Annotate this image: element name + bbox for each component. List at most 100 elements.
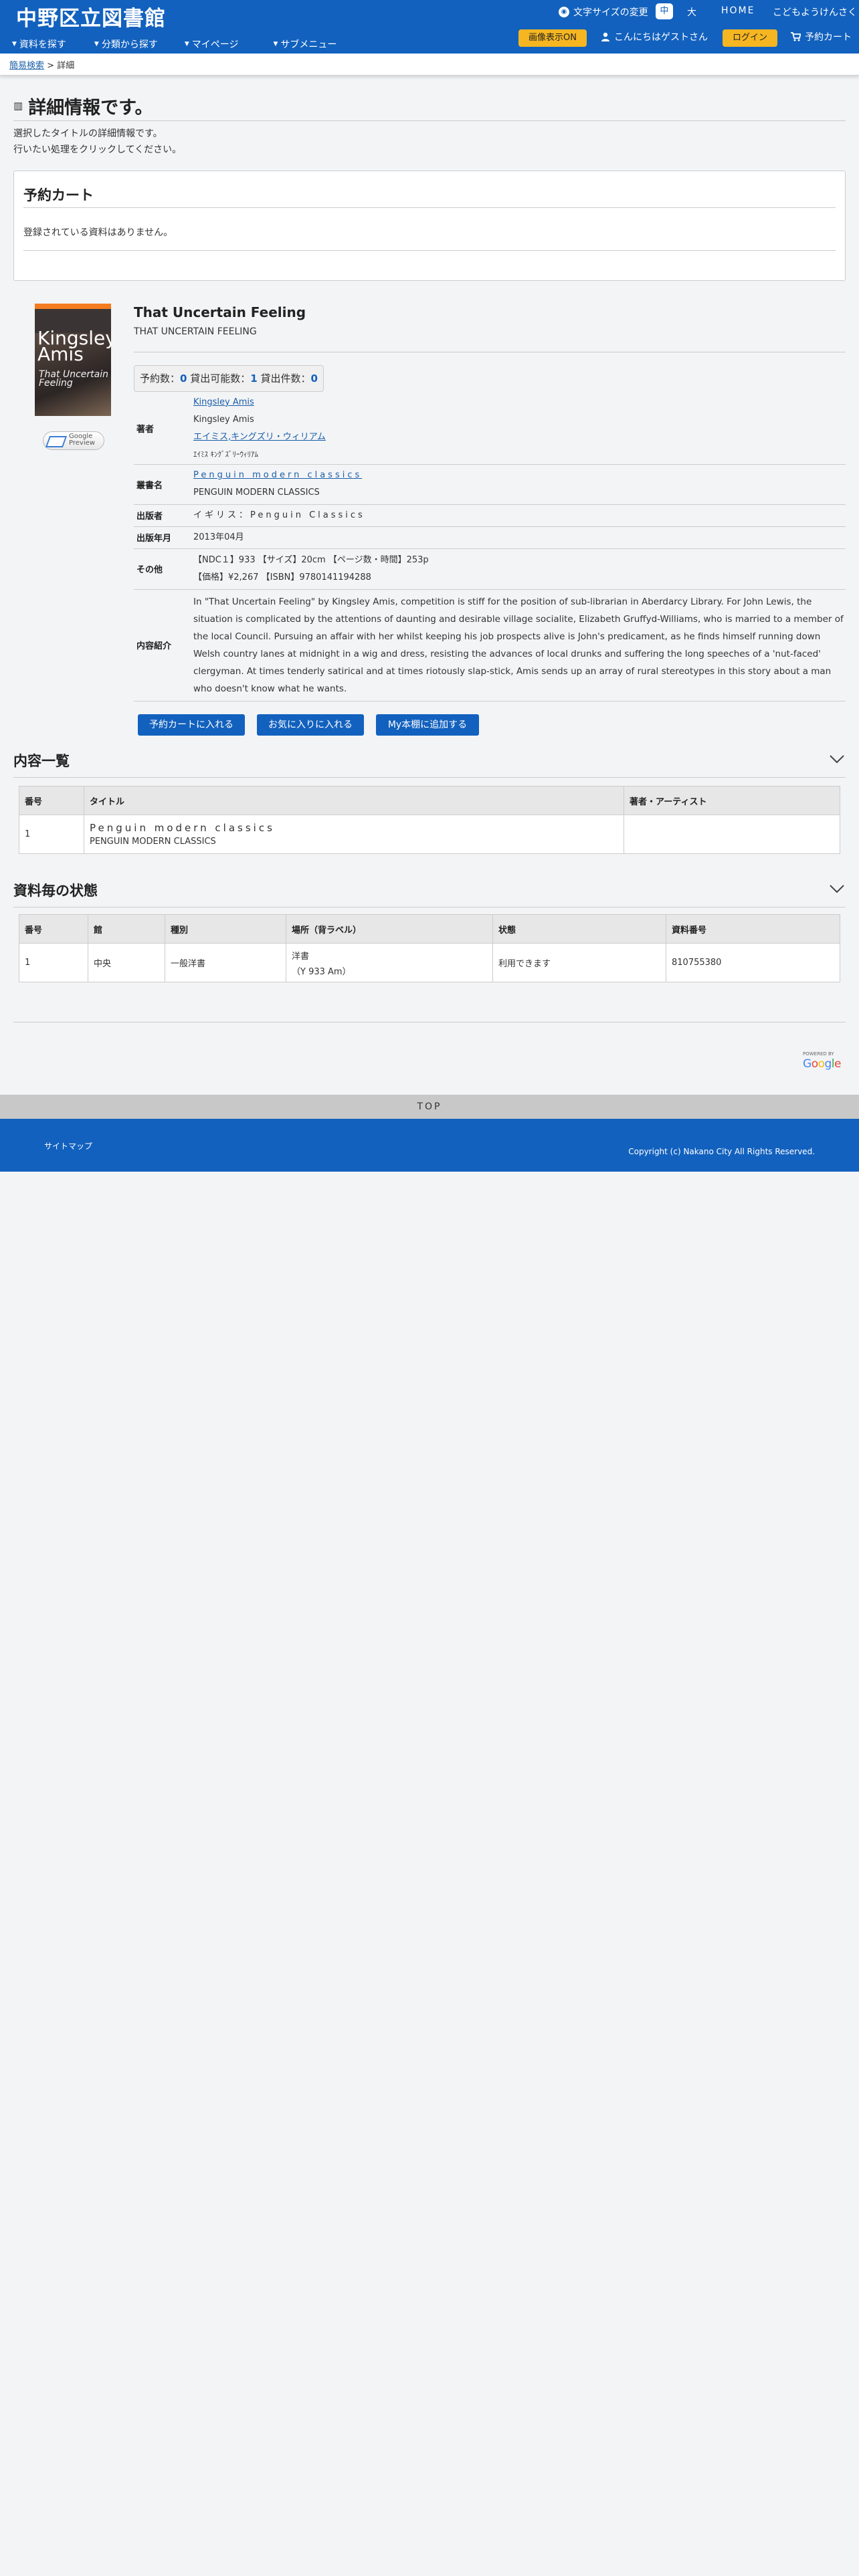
font-size-control: ◉ 文字サイズの変更 [559,5,648,19]
reservation-cart-panel: 予約カート 登録されている資料はありません。 [13,171,846,281]
detail-row-year: 出版年月 2013年04月 [134,526,846,548]
image-display-button[interactable]: 画像表示ON [518,29,587,47]
cover-title-text: That Uncertain Feeling [39,369,108,389]
add-to-favorites-button[interactable]: お気に入りに入れる [257,714,364,736]
greeting: こんにちはゲストさん [601,30,708,43]
other-line-1: 【NDC１】933 【サイズ】20cm 【ページ数・時間】253p [193,554,429,565]
breadcrumb-simple-search-link[interactable]: 簡易検索 [9,61,44,71]
divider [23,207,836,208]
lead-line-1: 選択したタイトルの詳細情報です。 [13,128,163,139]
breadcrumb: 簡易検索 > 詳細 [0,53,859,76]
kids-search-link[interactable]: こどもようけんさく [773,5,857,19]
summary-text: In "That Uncertain Feeling" by Kingsley … [193,596,844,694]
author-label: 著者 [136,425,155,435]
detail-row-series: 叢書名 Penguin modern classics PENGUIN MODE… [134,464,846,504]
author-name: Kingsley Amis [193,414,254,425]
contents-section-header[interactable]: 内容一覧 [13,748,846,778]
divider [23,250,836,251]
caret-down-icon: ▼ [184,41,189,47]
login-button[interactable]: ログイン [723,29,777,47]
other-label: その他 [136,565,163,575]
contents-title-sub: PENGUIN MODERN CLASSICS [90,837,216,847]
font-size-label: 文字サイズの変更 [573,7,648,18]
contents-section-title: 内容一覧 [13,753,70,769]
reserve-count: 0 [180,372,187,385]
book-subtitle: THAT UNCERTAIN FEELING [134,326,257,337]
contents-title-main: Penguin modern classics [90,822,275,834]
cart-empty-message: 登録されている資料はありません。 [23,227,173,238]
table-header-row: 番号 館 種別 場所（背ラベル） 状態 資料番号 [19,914,840,944]
book-cover-image: Kingsley Amis That Uncertain Feeling [35,304,111,416]
author-japanese-link[interactable]: エイミス,キングズリ・ウィリアム [193,432,326,442]
availability-counts: 予約数：0 貸出可能数：1 貸出件数：0 [134,365,324,392]
lead-line-2: 行いたい処理をクリックしてください。 [13,144,182,155]
open-book-icon [45,436,68,447]
person-icon [601,32,609,41]
publisher-value: イギリス：Penguin Classics [193,510,365,520]
location-line-1: 洋書 [292,951,310,962]
detail-row-author: 著者 Kingsley Amis Kingsley Amis エイミス,キングズ… [134,393,846,464]
detail-row-summary: 内容紹介 In "That Uncertain Feeling" by King… [134,589,846,701]
site-logo[interactable]: 中野区立図書館 [16,1,166,31]
google-logo: Google [803,1057,841,1071]
page-title: 詳細情報です。 [28,97,153,118]
chevron-down-icon[interactable] [828,750,846,768]
sitemap-link[interactable]: サイトマップ [44,1140,92,1152]
main-nav: ▼ 資料を探す ▼ 分類から探す ▼ マイページ ▼ サブメニュー [12,37,337,51]
table-row: 1 Penguin modern classics PENGUIN MODERN… [19,815,840,854]
back-to-top-button[interactable]: TOP [0,1095,859,1119]
nav-search-materials[interactable]: ▼ 資料を探す [12,37,66,51]
year-value: 2013年04月 [193,532,244,542]
detail-row-other: その他 【NDC１】933 【サイズ】20cm 【ページ数・時間】253p 【価… [134,548,846,589]
cover-band [35,304,111,309]
year-label: 出版年月 [136,534,172,544]
other-line-2: 【価格】¥2,267 【ISBN】9780141194288 [193,572,371,582]
add-to-cart-button[interactable]: 予約カートに入れる [138,714,245,736]
caret-down-icon: ▼ [273,41,278,47]
detail-actions: 予約カートに入れる お気に入りに入れる My本棚に追加する [138,714,479,736]
bibliographic-details: 著者 Kingsley Amis Kingsley Amis エイミス,キングズ… [134,393,846,702]
summary-label: 内容紹介 [136,641,172,651]
contents-table: 番号 タイトル 著者・アーティスト 1 Penguin modern class… [19,786,840,854]
detail-row-publisher: 出版者 イギリス：Penguin Classics [134,504,846,526]
holdings-section-header[interactable]: 資料毎の状態 [13,877,846,907]
font-size-medium-button[interactable]: 中 [656,3,673,19]
divider [13,1022,846,1023]
reservation-cart-title: 予約カート [23,187,94,203]
font-size-large-button[interactable]: 大 [687,5,696,19]
chevron-down-icon[interactable] [828,880,846,897]
cart-link-label: 予約カート [805,32,852,43]
author-link[interactable]: Kingsley Amis [193,397,254,407]
book-title: That Uncertain Feeling [134,304,306,320]
copyright: Copyright (c) Nakano City All Rights Res… [628,1147,815,1156]
reservation-cart-link[interactable]: 予約カート [791,30,852,43]
holdings-table: 番号 館 種別 場所（背ラベル） 状態 資料番号 1 中央 一般洋書 洋書 （Y… [19,914,840,982]
book-icon: ▥ [13,100,23,112]
table-header-row: 番号 タイトル 著者・アーティスト [19,786,840,815]
powered-by-google: POWERED BY Google [803,1051,846,1071]
series-name: PENGUIN MODERN CLASSICS [193,488,320,498]
breadcrumb-current: 詳細 [57,61,75,71]
add-to-bookshelf-button[interactable]: My本棚に追加する [376,714,479,736]
home-link[interactable]: HOME [721,5,755,16]
nav-sub-menu[interactable]: ▼ サブメニュー [274,37,337,51]
page-lead: 選択したタイトルの詳細情報です。 行いたい処理をクリックしてください。 [13,126,181,158]
google-preview-button[interactable]: Google Preview [43,431,104,450]
nav-search-by-category[interactable]: ▼ 分類から探す [94,37,158,51]
globe-icon: ◉ [559,7,569,17]
breadcrumb-separator: > [47,61,55,71]
series-link[interactable]: Penguin modern classics [193,470,362,480]
caret-down-icon: ▼ [94,41,99,47]
lent-count: 0 [310,372,318,385]
header-utility-bar: ◉ 文字サイズの変更 中 大 HOME こどもようけんさく [559,3,859,20]
holdings-section-title: 資料毎の状態 [13,883,98,899]
greeting-text: こんにちはゲストさん [614,32,708,43]
caret-down-icon: ▼ [12,41,17,47]
nav-my-page[interactable]: ▼ マイページ [185,37,239,51]
location-line-2: （Y 933 Am） [292,966,351,977]
cover-author-text: Kingsley Amis [37,327,111,365]
author-kana: ｴｲﾐｽ ｷﾝｸﾞｽﾞﾘｰｳｨﾘｱﾑ [193,449,258,459]
series-label: 叢書名 [136,480,163,491]
page-title-bar: ▥ 詳細情報です。 [13,91,846,121]
site-header: 中野区立図書館 ◉ 文字サイズの変更 中 大 HOME こどもようけんさく 画像… [0,0,859,53]
